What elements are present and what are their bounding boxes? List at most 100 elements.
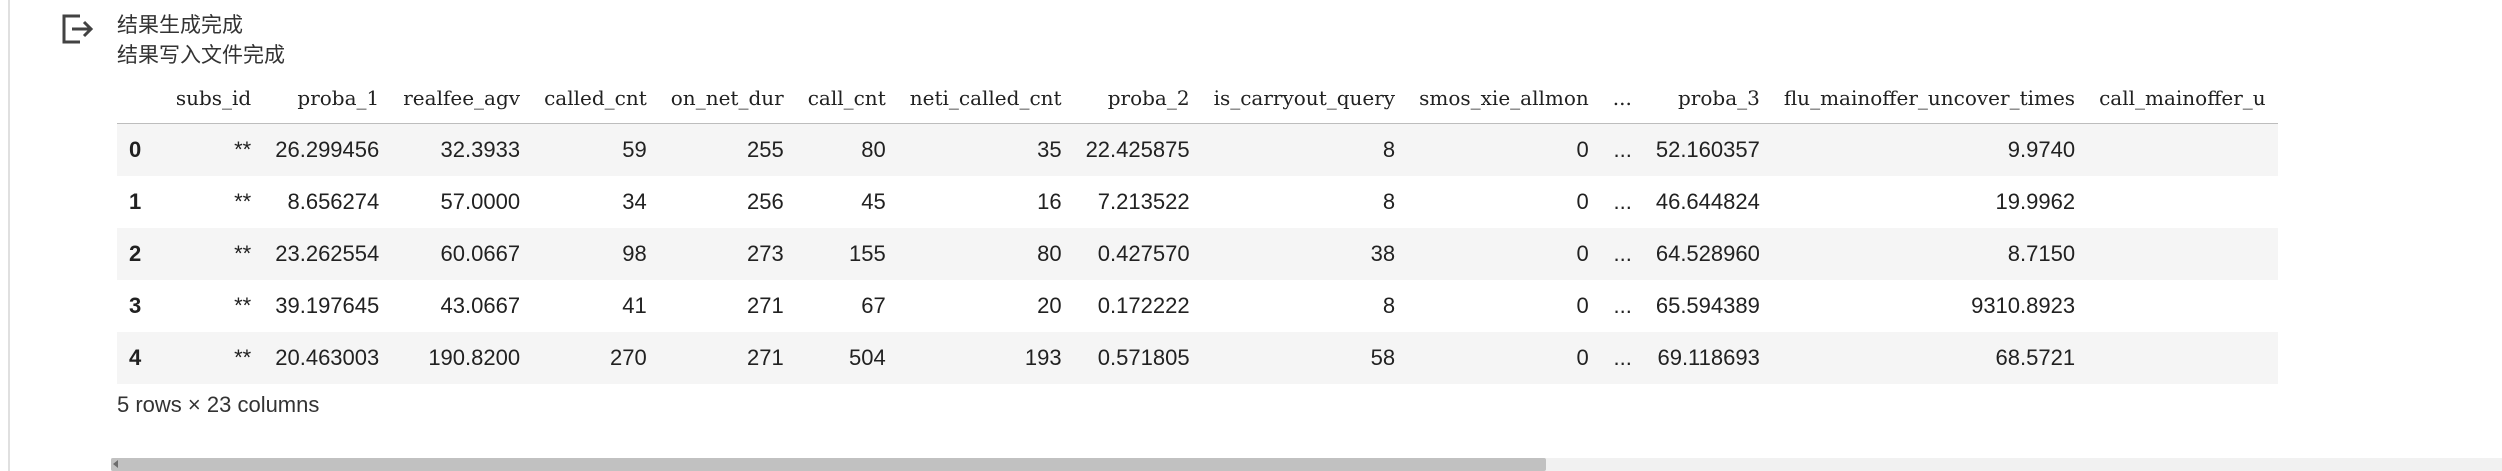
cell-flu-mainoffer-uncover-times: 8.7150 [2007, 240, 2076, 266]
cell-flu-mainoffer-uncover-times: 9.9740 [2007, 136, 2076, 162]
cell-on-net-dur: 273 [746, 240, 784, 266]
cell-ellipsis: ... [1613, 136, 1632, 162]
col-header-smos-xie-allmon: smos_xie_allmon [1407, 72, 1601, 124]
cell-neti-called-cnt: 20 [1037, 292, 1062, 318]
cell-call-mainoffer-u [2087, 124, 2278, 176]
cell-proba-2: 7.213522 [1097, 188, 1190, 214]
cell-proba-1: 39.197645 [275, 292, 380, 318]
cell-is-carryout-query: 8 [1382, 292, 1396, 318]
output-status-text: 结果生成完成 结果写入文件完成 [117, 10, 285, 70]
table-row: 1 ** 8.656274 57.0000 34 256 45 16 7.213… [117, 176, 2278, 228]
cell-ellipsis: ... [1613, 188, 1632, 214]
cell-flu-mainoffer-uncover-times: 19.9962 [1995, 188, 2076, 214]
cell-called-cnt: 59 [622, 136, 647, 162]
cell-smos-xie-allmon: 0 [1576, 188, 1589, 214]
cell-is-carryout-query: 8 [1382, 188, 1396, 214]
cell-call-cnt: 504 [849, 344, 886, 370]
cell-ellipsis: ... [1613, 344, 1632, 370]
cell-proba-2: 22.425875 [1085, 136, 1190, 162]
horizontal-scrollbar[interactable] [111, 458, 2502, 471]
scroll-left-arrow-icon[interactable] [113, 460, 118, 468]
cell-proba-3: 52.160357 [1655, 136, 1760, 162]
cell-subs-id: ** [234, 136, 252, 162]
index-header [117, 72, 162, 124]
col-header-call-cnt: call_cnt [795, 72, 898, 124]
col-header-is-carryout-query: is_carryout_query [1201, 72, 1408, 124]
dataframe-shape-note: 5 rows × 23 columns [117, 392, 320, 417]
cell-call-mainoffer-u [2087, 228, 2278, 280]
cell-called-cnt: 41 [622, 292, 647, 318]
output-gutter-rule [8, 0, 10, 471]
cell-proba-2: 0.172222 [1097, 292, 1190, 318]
row-index: 2 [129, 240, 142, 266]
output-redirect-icon[interactable] [58, 10, 96, 48]
cell-call-mainoffer-u [2087, 332, 2278, 384]
col-header-proba-3: proba_3 [1643, 72, 1772, 124]
table-row: 4 ** 20.463003 190.8200 270 271 504 193 … [117, 331, 2278, 384]
cell-ellipsis: ... [1613, 240, 1632, 266]
cell-is-carryout-query: 8 [1382, 136, 1396, 162]
cell-ellipsis: ... [1613, 292, 1632, 318]
table-row: 2 ** 23.262554 60.0667 98 273 155 80 0.4… [117, 227, 2278, 280]
cell-call-cnt: 80 [861, 136, 886, 162]
cell-smos-xie-allmon: 0 [1576, 240, 1589, 266]
cell-proba-3: 46.644824 [1655, 188, 1760, 214]
cell-neti-called-cnt: 193 [1024, 344, 1062, 370]
status-line-written: 结果写入文件完成 [117, 43, 285, 67]
row-index: 4 [129, 344, 142, 370]
col-header-call-mainoffer-u: call_mainoffer_u [2087, 72, 2278, 124]
table-row: 0 ** 26.299456 32.3933 59 255 80 35 22.4… [117, 123, 2278, 176]
col-header-flu-mainoffer-uncover-times: flu_mainoffer_uncover_times [1771, 72, 2088, 124]
cell-realfee-agv: 60.0667 [440, 240, 521, 266]
col-header-ellipsis: ... [1600, 72, 1644, 124]
cell-proba-1: 26.299456 [275, 136, 380, 162]
scrollbar-thumb[interactable] [111, 458, 1546, 471]
cell-subs-id: ** [234, 188, 252, 214]
row-index: 1 [129, 188, 142, 214]
cell-proba-2: 0.427570 [1097, 240, 1190, 266]
cell-proba-2: 0.571805 [1097, 344, 1190, 370]
header-row: subs_id proba_1 realfee_agv called_cnt o… [117, 72, 2278, 124]
row-index: 0 [129, 136, 142, 162]
col-header-on-net-dur: on_net_dur [658, 72, 796, 124]
cell-realfee-agv: 43.0667 [440, 292, 521, 318]
cell-smos-xie-allmon: 0 [1576, 136, 1589, 162]
cell-on-net-dur: 255 [746, 136, 784, 162]
col-header-proba-1: proba_1 [263, 72, 392, 124]
cell-neti-called-cnt: 80 [1037, 240, 1062, 266]
cell-proba-3: 69.118693 [1657, 344, 1760, 370]
cell-smos-xie-allmon: 0 [1576, 292, 1589, 318]
cell-realfee-agv: 190.8200 [428, 344, 521, 370]
col-header-realfee-agv: realfee_agv [391, 72, 533, 124]
cell-subs-id: ** [234, 240, 252, 266]
cell-realfee-agv: 57.0000 [440, 188, 521, 214]
cell-realfee-agv: 32.3933 [440, 136, 521, 162]
cell-subs-id: ** [234, 344, 252, 370]
cell-neti-called-cnt: 16 [1037, 188, 1062, 214]
cell-is-carryout-query: 38 [1370, 240, 1396, 266]
cell-on-net-dur: 256 [746, 188, 784, 214]
cell-proba-1: 23.262554 [275, 240, 380, 266]
cell-call-cnt: 67 [861, 292, 886, 318]
cell-call-mainoffer-u [2087, 176, 2278, 228]
cell-call-cnt: 45 [861, 188, 886, 214]
row-index: 3 [129, 292, 142, 318]
cell-smos-xie-allmon: 0 [1576, 344, 1589, 370]
cell-call-mainoffer-u [2087, 280, 2278, 332]
cell-called-cnt: 34 [622, 188, 647, 214]
col-header-called-cnt: called_cnt [532, 72, 659, 124]
cell-subs-id: ** [234, 292, 252, 318]
cell-proba-3: 64.528960 [1655, 240, 1760, 266]
cell-neti-called-cnt: 35 [1037, 136, 1062, 162]
dataframe-viewport[interactable]: subs_id proba_1 realfee_agv called_cnt o… [117, 72, 2502, 390]
cell-proba-3: 65.594389 [1655, 292, 1760, 318]
cell-flu-mainoffer-uncover-times: 68.5721 [1995, 344, 2076, 370]
cell-on-net-dur: 271 [746, 292, 784, 318]
col-header-subs-id: subs_id [161, 72, 264, 124]
cell-called-cnt: 270 [610, 344, 647, 370]
col-header-neti-called-cnt: neti_called_cnt [897, 72, 1074, 124]
cell-is-carryout-query: 58 [1370, 344, 1396, 370]
cell-proba-1: 20.463003 [275, 344, 380, 370]
table-row: 3 ** 39.197645 43.0667 41 271 67 20 0.17… [117, 280, 2278, 332]
cell-call-cnt: 155 [849, 240, 886, 266]
